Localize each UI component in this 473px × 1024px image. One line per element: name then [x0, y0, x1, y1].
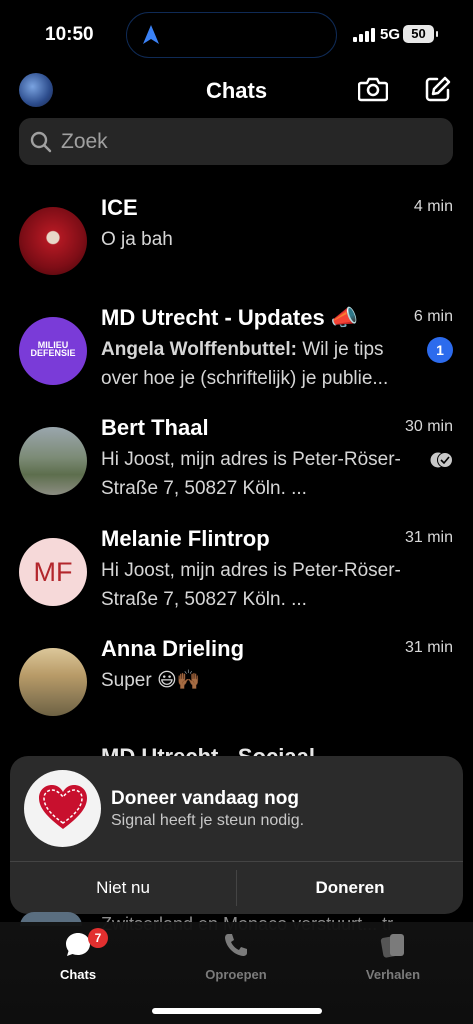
phone-icon	[225, 934, 247, 956]
avatar	[19, 207, 87, 275]
tab-calls[interactable]: Oproepen	[176, 930, 296, 982]
chat-item-melanie-flintrop[interactable]: MF Melanie Flintrop 31 min Hi Joost, mij…	[0, 526, 473, 648]
signal-strength-icon	[353, 28, 375, 42]
chat-item-anna-drieling[interactable]: Anna Drieling 31 min Super 😃🙌🏾	[0, 636, 473, 758]
donate-button[interactable]: Doneren	[237, 862, 463, 914]
home-indicator[interactable]	[152, 1008, 322, 1014]
chat-time: 31 min	[404, 639, 453, 656]
chat-sender: Angela Wolffenbuttel:	[101, 339, 297, 360]
chat-name: Melanie Flintrop	[101, 526, 270, 551]
search-input[interactable]	[59, 127, 443, 157]
avatar	[19, 427, 87, 495]
tab-label: Chats	[59, 967, 97, 982]
avatar-logo-text: MILIEU DEFENSIE	[30, 340, 76, 358]
chat-time: 31 min	[404, 529, 453, 546]
read-receipt-icon	[430, 452, 453, 468]
heart-badge	[24, 770, 101, 847]
search-icon	[30, 131, 52, 153]
chat-item-ice[interactable]: ICE 4 min O ja bah	[0, 195, 473, 317]
chat-preview: O ja bah	[101, 229, 173, 250]
tab-stories[interactable]: Verhalen	[333, 930, 453, 982]
chat-time: 4 min	[413, 198, 453, 215]
unread-badge: 1	[427, 337, 453, 363]
chat-time: 6 min	[413, 308, 453, 325]
navigation-arrow-icon	[143, 25, 159, 44]
avatar	[19, 648, 87, 716]
battery-indicator: 50	[403, 25, 438, 43]
chat-preview: Super 😃🙌🏾	[101, 670, 201, 691]
dynamic-island	[126, 12, 337, 58]
status-time: 10:50	[45, 24, 94, 45]
chat-name: Bert Thaal	[101, 415, 209, 440]
page-title: Chats	[205, 78, 268, 103]
chat-preview: Hi Joost, mijn adres is Peter-Röser-Stra…	[101, 449, 401, 499]
avatar: MILIEU DEFENSIE	[19, 317, 87, 385]
heart-icon	[39, 785, 87, 829]
chat-preview: Hi Joost, mijn adres is Peter-Röser-Stra…	[101, 560, 401, 610]
chats-header: Chats	[0, 70, 473, 114]
tab-label: Verhalen	[365, 967, 421, 982]
chat-time: 30 min	[404, 418, 453, 435]
chat-name: MD Utrecht - Updates 📣	[101, 305, 359, 330]
donation-card: Doneer vandaag nog Signal heeft je steun…	[10, 756, 463, 914]
chat-name: Anna Drieling	[101, 636, 245, 661]
search-bar[interactable]	[19, 118, 453, 165]
chat-preview: Angela Wolffenbuttel: Wil je tips over h…	[101, 335, 421, 393]
tab-label: Oproepen	[205, 967, 267, 982]
not-now-button[interactable]: Niet nu	[10, 862, 236, 914]
unread-count-badge: 7	[88, 928, 108, 948]
avatar: MF	[19, 538, 87, 606]
camera-icon[interactable]	[358, 75, 388, 103]
chat-name: ICE	[101, 195, 138, 220]
chat-item-bert-thaal[interactable]: Bert Thaal 30 min Hi Joost, mijn adres i…	[0, 415, 473, 537]
network-type: 5G	[380, 26, 401, 43]
chat-item-md-utrecht-updates[interactable]: MILIEU DEFENSIE MD Utrecht - Updates 📣 6…	[0, 305, 473, 427]
compose-icon[interactable]	[424, 75, 452, 103]
donation-title: Doneer vandaag nog	[111, 788, 299, 809]
stories-icon	[380, 934, 404, 958]
tab-chats[interactable]: 7 Chats	[18, 928, 138, 982]
donation-subtitle: Signal heeft je steun nodig.	[111, 812, 305, 829]
status-bar: 10:50 5G 50	[0, 0, 473, 70]
